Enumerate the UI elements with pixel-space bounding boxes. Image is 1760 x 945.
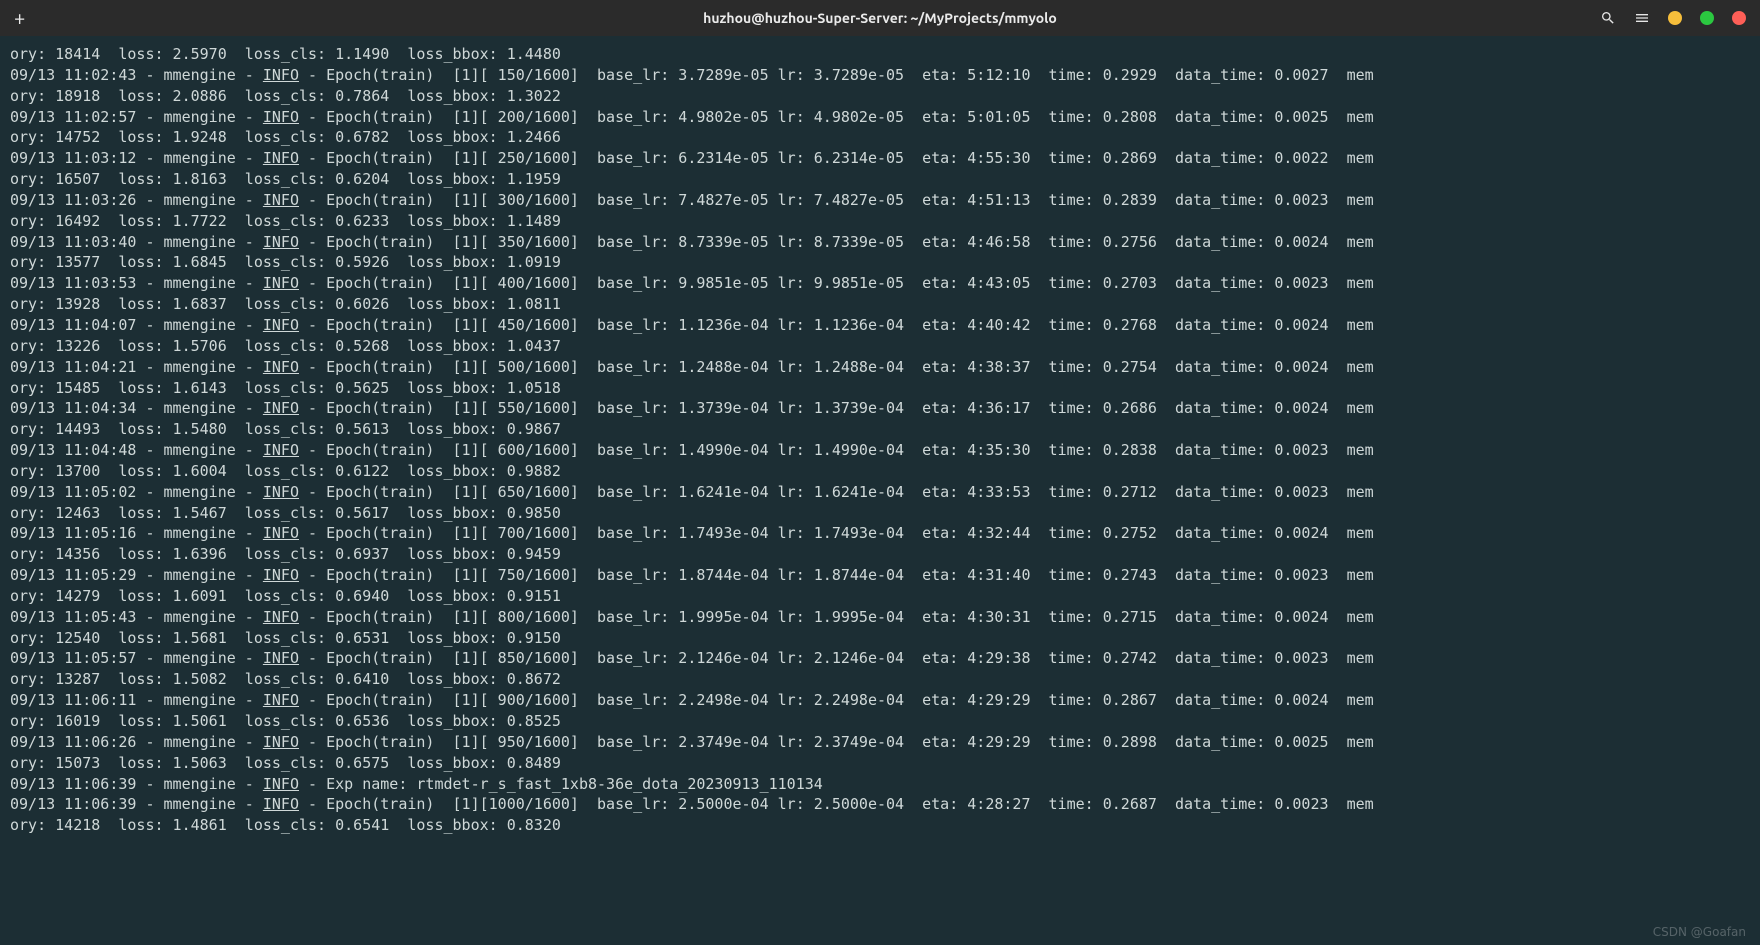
log-line: 09/13 11:06:39 - mmengine - INFO - Exp n…	[10, 774, 1750, 795]
log-level: INFO	[263, 608, 299, 626]
log-line: ory: 12540 loss: 1.5681 loss_cls: 0.6531…	[10, 628, 1750, 649]
log-line: ory: 12463 loss: 1.5467 loss_cls: 0.5617…	[10, 503, 1750, 524]
log-level: INFO	[263, 399, 299, 417]
log-level: INFO	[263, 191, 299, 209]
log-line: 09/13 11:05:02 - mmengine - INFO - Epoch…	[10, 482, 1750, 503]
log-line: ory: 14752 loss: 1.9248 loss_cls: 0.6782…	[10, 127, 1750, 148]
log-line: 09/13 11:03:53 - mmengine - INFO - Epoch…	[10, 273, 1750, 294]
log-line: 09/13 11:05:57 - mmengine - INFO - Epoch…	[10, 648, 1750, 669]
log-level: INFO	[263, 441, 299, 459]
window-titlebar: + huzhou@huzhou-Super-Server: ~/MyProjec…	[0, 0, 1760, 36]
log-line: ory: 16019 loss: 1.5061 loss_cls: 0.6536…	[10, 711, 1750, 732]
log-line: ory: 13700 loss: 1.6004 loss_cls: 0.6122…	[10, 461, 1750, 482]
terminal-output[interactable]: ory: 18414 loss: 2.5970 loss_cls: 1.1490…	[0, 36, 1760, 838]
log-line: 09/13 11:05:43 - mmengine - INFO - Epoch…	[10, 607, 1750, 628]
log-level: INFO	[263, 358, 299, 376]
log-level: INFO	[263, 691, 299, 709]
search-icon[interactable]	[1600, 10, 1616, 26]
log-line: ory: 13928 loss: 1.6837 loss_cls: 0.6026…	[10, 294, 1750, 315]
log-level: INFO	[263, 733, 299, 751]
log-level: INFO	[263, 775, 299, 793]
log-line: ory: 18414 loss: 2.5970 loss_cls: 1.1490…	[10, 44, 1750, 65]
log-line: 09/13 11:03:40 - mmengine - INFO - Epoch…	[10, 232, 1750, 253]
log-line: 09/13 11:03:12 - mmengine - INFO - Epoch…	[10, 148, 1750, 169]
log-line: 09/13 11:02:57 - mmengine - INFO - Epoch…	[10, 107, 1750, 128]
log-level: INFO	[263, 316, 299, 334]
log-line: ory: 14279 loss: 1.6091 loss_cls: 0.6940…	[10, 586, 1750, 607]
new-tab-button[interactable]: +	[14, 8, 25, 28]
log-level: INFO	[263, 483, 299, 501]
window-maximize-button[interactable]	[1700, 11, 1714, 25]
window-title: huzhou@huzhou-Super-Server: ~/MyProjects…	[703, 10, 1057, 26]
hamburger-menu-icon[interactable]	[1634, 10, 1650, 26]
log-line: ory: 15485 loss: 1.6143 loss_cls: 0.5625…	[10, 378, 1750, 399]
log-line: ory: 13287 loss: 1.5082 loss_cls: 0.6410…	[10, 669, 1750, 690]
log-line: ory: 16507 loss: 1.8163 loss_cls: 0.6204…	[10, 169, 1750, 190]
log-line: 09/13 11:06:11 - mmengine - INFO - Epoch…	[10, 690, 1750, 711]
log-line: ory: 14218 loss: 1.4861 loss_cls: 0.6541…	[10, 815, 1750, 836]
log-line: ory: 18918 loss: 2.0886 loss_cls: 0.7864…	[10, 86, 1750, 107]
log-level: INFO	[263, 795, 299, 813]
window-close-button[interactable]	[1732, 11, 1746, 25]
log-level: INFO	[263, 274, 299, 292]
log-level: INFO	[263, 108, 299, 126]
log-line: 09/13 11:04:48 - mmengine - INFO - Epoch…	[10, 440, 1750, 461]
log-line: ory: 13577 loss: 1.6845 loss_cls: 0.5926…	[10, 252, 1750, 273]
log-line: 09/13 11:02:43 - mmengine - INFO - Epoch…	[10, 65, 1750, 86]
watermark: CSDN @Goafan	[1653, 925, 1746, 939]
log-line: 09/13 11:05:29 - mmengine - INFO - Epoch…	[10, 565, 1750, 586]
log-level: INFO	[263, 524, 299, 542]
log-line: 09/13 11:06:39 - mmengine - INFO - Epoch…	[10, 794, 1750, 815]
log-level: INFO	[263, 649, 299, 667]
log-line: ory: 15073 loss: 1.5063 loss_cls: 0.6575…	[10, 753, 1750, 774]
log-line: ory: 16492 loss: 1.7722 loss_cls: 0.6233…	[10, 211, 1750, 232]
log-level: INFO	[263, 566, 299, 584]
log-line: 09/13 11:06:26 - mmengine - INFO - Epoch…	[10, 732, 1750, 753]
log-line: 09/13 11:03:26 - mmengine - INFO - Epoch…	[10, 190, 1750, 211]
log-level: INFO	[263, 149, 299, 167]
log-level: INFO	[263, 66, 299, 84]
log-line: ory: 14356 loss: 1.6396 loss_cls: 0.6937…	[10, 544, 1750, 565]
log-line: 09/13 11:04:34 - mmengine - INFO - Epoch…	[10, 398, 1750, 419]
window-minimize-button[interactable]	[1668, 11, 1682, 25]
log-line: 09/13 11:05:16 - mmengine - INFO - Epoch…	[10, 523, 1750, 544]
log-line: ory: 14493 loss: 1.5480 loss_cls: 0.5613…	[10, 419, 1750, 440]
log-level: INFO	[263, 233, 299, 251]
log-line: ory: 13226 loss: 1.5706 loss_cls: 0.5268…	[10, 336, 1750, 357]
log-line: 09/13 11:04:07 - mmengine - INFO - Epoch…	[10, 315, 1750, 336]
log-line: 09/13 11:04:21 - mmengine - INFO - Epoch…	[10, 357, 1750, 378]
